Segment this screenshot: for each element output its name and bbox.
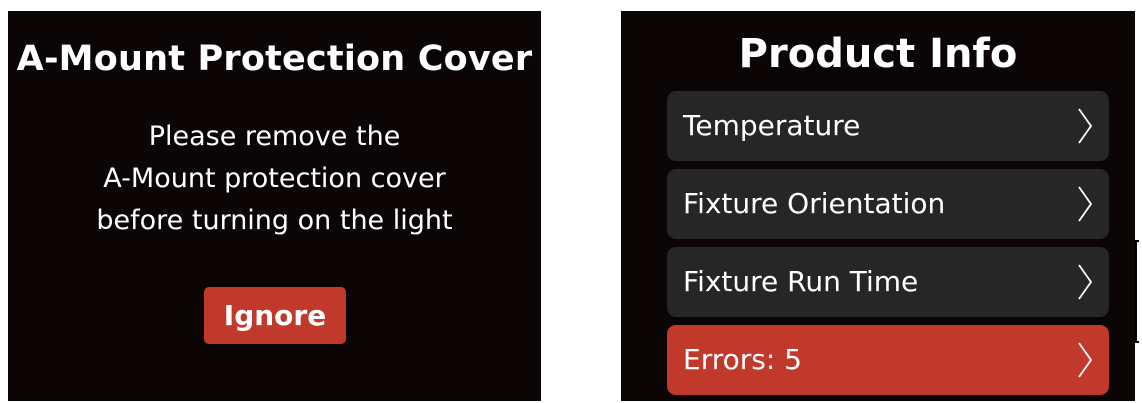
product-info-menu: Temperature Fixture Orientation Fixture …	[667, 91, 1109, 403]
protection-cover-message: Please remove the A-Mount protection cov…	[8, 116, 541, 242]
message-line: before turning on the light	[96, 205, 453, 236]
message-line: Please remove the	[148, 121, 401, 152]
scroll-indicator[interactable]	[1135, 240, 1139, 343]
menu-item-label: Fixture Orientation	[683, 187, 946, 220]
protection-cover-screen: A-Mount Protection Cover Please remove t…	[8, 11, 541, 401]
chevron-right-icon	[1078, 186, 1093, 222]
menu-item-label: Fixture Run Time	[683, 265, 919, 298]
menu-item-errors[interactable]: Errors: 5	[667, 325, 1109, 395]
menu-item-temperature[interactable]: Temperature	[667, 91, 1109, 161]
product-info-title: Product Info	[738, 31, 1018, 77]
product-info-screen: Product Info Temperature Fixture Orienta…	[621, 11, 1135, 401]
menu-item-label: Errors: 5	[683, 343, 802, 376]
chevron-right-icon	[1078, 342, 1093, 378]
ignore-button[interactable]: Ignore	[204, 287, 346, 344]
menu-item-fixture-run-time[interactable]: Fixture Run Time	[667, 247, 1109, 317]
message-line: A-Mount protection cover	[103, 163, 446, 194]
chevron-right-icon	[1078, 108, 1093, 144]
menu-item-label: Temperature	[683, 109, 861, 142]
protection-cover-title: A-Mount Protection Cover	[16, 39, 533, 79]
menu-item-fixture-orientation[interactable]: Fixture Orientation	[667, 169, 1109, 239]
chevron-right-icon	[1078, 264, 1093, 300]
